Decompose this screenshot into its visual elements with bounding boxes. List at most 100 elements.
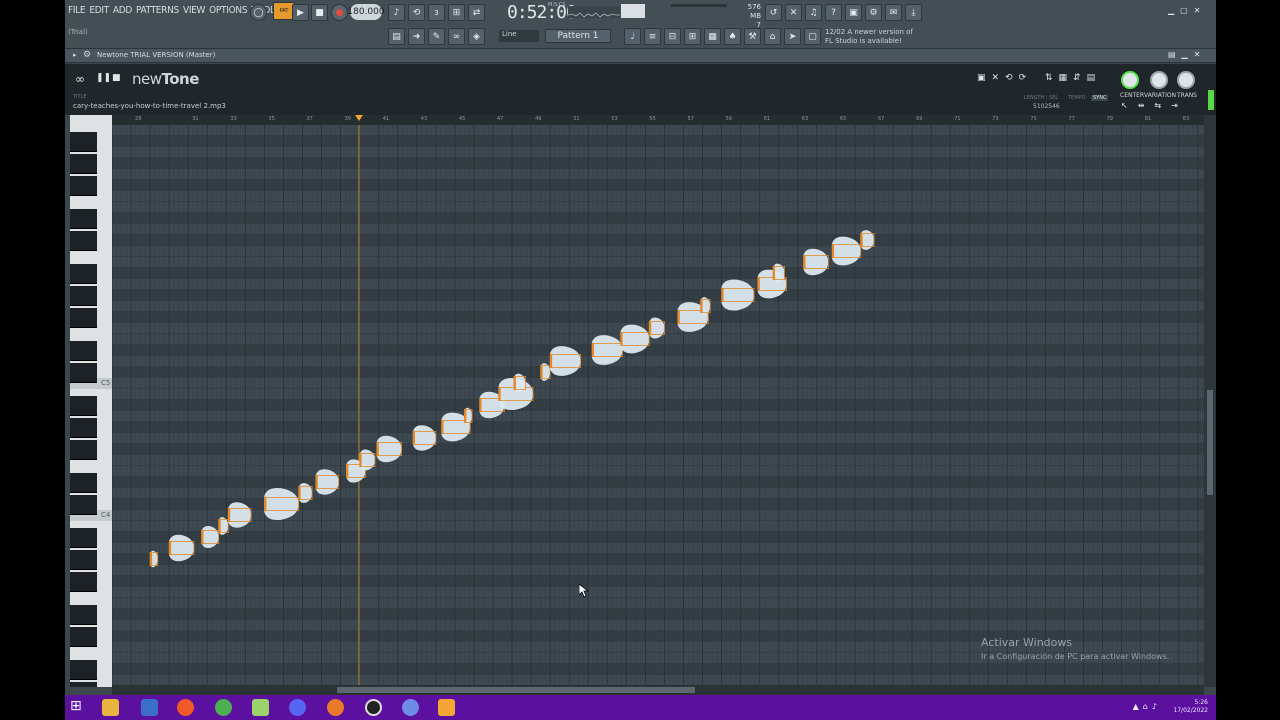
black-key[interactable] [70, 208, 97, 229]
fl-studio-icon[interactable] [252, 699, 269, 716]
window-controls[interactable]: ▁▢✕ [1168, 6, 1206, 15]
mic-icon[interactable]: ♫ [805, 4, 822, 21]
black-key[interactable] [70, 439, 97, 460]
play-icon[interactable]: ▶ [292, 4, 309, 21]
download-icon[interactable]: ⤓ [905, 4, 922, 21]
menu-view[interactable]: VIEW [183, 5, 205, 16]
brush-icon[interactable]: ✎ [428, 28, 445, 45]
file-explorer-icon[interactable] [102, 699, 119, 716]
menu-options[interactable]: OPTIONS [209, 5, 247, 16]
cart-icon[interactable]: ▢ [804, 28, 821, 45]
plugin-window-controls[interactable]: ▤▁✕ [1168, 50, 1206, 59]
discord-icon[interactable] [289, 699, 306, 716]
chat-icon[interactable]: ✉ [885, 4, 902, 21]
black-key[interactable] [70, 131, 97, 152]
countdown-icon[interactable]: 3 [428, 4, 445, 21]
app-icon-1[interactable] [141, 699, 158, 716]
center-knob[interactable] [1121, 71, 1139, 89]
browser-icon[interactable]: ⊞ [684, 28, 701, 45]
black-key[interactable] [70, 417, 97, 438]
system-tray[interactable]: ▲⌂♪ [1133, 702, 1161, 711]
close-icon[interactable]: ✕ [785, 4, 802, 21]
snap-select[interactable]: Line [499, 30, 539, 42]
black-key[interactable] [70, 230, 97, 251]
metronome-icon[interactable]: ♪ [388, 4, 405, 21]
app-icon-4[interactable] [402, 699, 419, 716]
gear-icon[interactable]: ⚙ [83, 50, 91, 60]
black-key[interactable] [70, 604, 97, 625]
playhead-marker-icon[interactable] [355, 115, 363, 121]
windows-start-icon[interactable]: ⊞ [70, 698, 87, 715]
channel-rack-icon[interactable]: ⊟ [664, 28, 681, 45]
wait-record-icon[interactable]: ⟲ [408, 4, 425, 21]
piano-roll-icon[interactable]: ♩ [624, 28, 641, 45]
plugin-title-bar[interactable]: ▸ ⚙ Newtone TRIAL VERSION (Master) ▤▁✕ [65, 49, 1216, 63]
menu-edit[interactable]: EDIT [89, 5, 109, 16]
plugin-db-icon[interactable]: ▦ [704, 28, 721, 45]
black-key[interactable] [70, 362, 97, 383]
pattern-select[interactable]: Pattern 1 [545, 29, 611, 43]
edit-tool-icons[interactable]: ↖⇹⇆⇥ [1121, 101, 1188, 110]
app-icon-2[interactable] [177, 699, 194, 716]
vertical-scrollbar[interactable] [1204, 115, 1216, 687]
black-key[interactable] [70, 153, 97, 174]
pitch-editor-canvas[interactable] [112, 125, 1204, 687]
menu-file[interactable]: FILE [68, 5, 86, 16]
plugin-tools-a[interactable]: ▣✕⟲⟳ [977, 73, 1032, 83]
black-key[interactable] [70, 307, 97, 328]
tempo-display[interactable]: 180.000 [347, 4, 385, 20]
black-key[interactable] [70, 549, 97, 570]
collapse-arrow-icon[interactable]: ▸ [73, 51, 77, 59]
scroll-thumb[interactable] [337, 687, 695, 693]
trans-knob[interactable] [1177, 71, 1195, 89]
variation-knob[interactable] [1150, 71, 1168, 89]
black-key[interactable] [70, 527, 97, 548]
app-icon-3[interactable] [327, 699, 344, 716]
piano-keyboard[interactable]: C5 C4 [70, 115, 112, 687]
sync-button[interactable]: SYNC [1091, 95, 1109, 101]
playlist-icon[interactable]: ▤ [388, 28, 405, 45]
stamp-icon[interactable]: ◈ [468, 28, 485, 45]
black-key[interactable] [70, 395, 97, 416]
time-ruler[interactable]: 28 31 33 35 37 39 41 43 45 47 49 51 53 55 57 59 61 63 65 67… [112, 115, 1216, 125]
black-key[interactable] [70, 285, 97, 306]
black-key[interactable] [70, 626, 97, 647]
black-key[interactable] [70, 340, 97, 361]
step-edit-icon[interactable]: ⊞ [448, 4, 465, 21]
arrow-icon[interactable]: ➜ [408, 28, 425, 45]
black-key[interactable] [70, 263, 97, 284]
black-key[interactable] [70, 472, 97, 493]
plugin-tools-b[interactable]: ⇅▦⇵▤ [1045, 73, 1101, 83]
mixer-icon[interactable]: ≡ [644, 28, 661, 45]
loop-icon[interactable]: ∞ [75, 72, 85, 86]
piano-roll-grid[interactable] [112, 125, 1204, 687]
stop-icon[interactable]: ■ [311, 4, 328, 21]
recording-icon[interactable]: ◯ [250, 4, 267, 21]
app-icon-5[interactable] [438, 699, 455, 716]
hint-icon[interactable]: ➤ [784, 28, 801, 45]
tempo-tap-icon[interactable]: ♠ [724, 28, 741, 45]
save-icon[interactable]: ▣ [845, 4, 862, 21]
record-icon[interactable]: ● [331, 4, 348, 21]
menu-patterns[interactable]: PATTERNS [136, 5, 179, 16]
scroll-thumb-v[interactable] [1207, 390, 1213, 495]
menu-add[interactable]: ADD [113, 5, 132, 16]
wrench-icon[interactable]: ⚒ [744, 28, 761, 45]
black-key[interactable] [70, 494, 97, 515]
black-key[interactable] [70, 175, 97, 196]
pause-icon[interactable]: ❚❚ [96, 73, 111, 83]
undo-icon[interactable]: ↺ [765, 4, 782, 21]
help-icon[interactable]: ? [825, 4, 842, 21]
link-icon[interactable]: ∞ [448, 28, 465, 45]
black-key[interactable] [70, 659, 97, 680]
shop-icon[interactable]: ⌂ [764, 28, 781, 45]
news-panel[interactable]: 12/02 A newer version of FL Studio is av… [825, 28, 920, 46]
black-key[interactable] [70, 681, 97, 687]
loop-record-icon[interactable]: ⇄ [468, 4, 485, 21]
plugin-icon[interactable]: ⚙ [865, 4, 882, 21]
stop-icon[interactable]: ■ [112, 73, 121, 83]
black-key[interactable] [70, 571, 97, 592]
obs-icon[interactable] [365, 699, 382, 716]
taskbar-clock[interactable]: 5:26 17/02/2022 [1173, 699, 1208, 715]
horizontal-scrollbar[interactable] [112, 685, 1204, 695]
